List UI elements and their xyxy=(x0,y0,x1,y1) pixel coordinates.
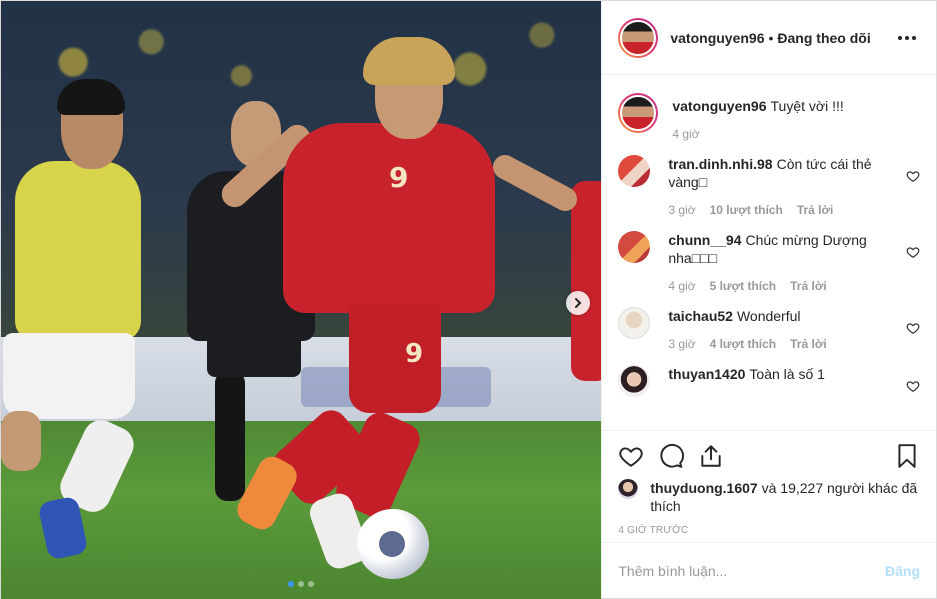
post-header: vatonguyen96 • Đang theo dõi xyxy=(602,1,936,75)
more-dot-icon xyxy=(912,35,916,40)
football xyxy=(357,509,429,579)
comment-like-heart-icon[interactable] xyxy=(906,169,920,183)
comment-like-heart-icon[interactable] xyxy=(906,379,920,393)
caption-time[interactable]: 4 giờ xyxy=(672,127,699,141)
liker-username[interactable]: thuyduong.1607 xyxy=(650,480,757,496)
commenter-avatar[interactable] xyxy=(618,365,651,397)
comment-likes-count[interactable]: 5 lượt thích xyxy=(710,279,777,293)
likes-text: thuyduong.1607 và 19,227 người khác đã t… xyxy=(650,479,920,515)
header-separator: • xyxy=(768,29,774,46)
author-avatar xyxy=(620,19,657,56)
share-icon[interactable] xyxy=(698,443,724,469)
comment-item: tran.dinh.nhi.98 Còn tức cái thẻ vàng□ 3 … xyxy=(618,155,920,217)
likes-summary: thuyduong.1607 và 19,227 người khác đã t… xyxy=(618,479,920,515)
red-player-shirt xyxy=(283,123,495,313)
caption-meta: 4 giờ xyxy=(672,127,890,141)
follow-status-button[interactable]: Đang theo dõi xyxy=(777,30,870,46)
comment-username[interactable]: taichau52 xyxy=(668,308,733,324)
comment-text-line: tran.dinh.nhi.98 Còn tức cái thẻ vàng□ xyxy=(668,155,890,191)
like-heart-icon[interactable] xyxy=(618,443,644,469)
caption-item: vatonguyen96 Tuyệt vời !!! 4 giờ xyxy=(618,93,920,141)
more-options-button[interactable] xyxy=(894,32,920,44)
comment-reply-button[interactable]: Trả lời xyxy=(790,337,827,351)
comment-text: Toàn là số 1 xyxy=(749,366,825,382)
comment-text: Wonderful xyxy=(736,308,801,324)
caption-username[interactable]: vatonguyen96 xyxy=(672,98,766,114)
action-bar xyxy=(618,441,920,471)
comment-body: tran.dinh.nhi.98 Còn tức cái thẻ vàng□ 3 … xyxy=(668,155,920,217)
comment-item: taichau52 Wonderful 3 giờ 4 lượt thích Tr… xyxy=(618,307,920,351)
comments-list[interactable]: vatonguyen96 Tuyệt vời !!! 4 giờ tran.din… xyxy=(602,75,936,430)
comment-body: chunn__94 Chúc mừng Dượng nha□□□ 4 giờ 5 … xyxy=(668,231,920,293)
comment-bubble-icon[interactable] xyxy=(658,443,685,469)
comment-text-line: chunn__94 Chúc mừng Dượng nha□□□ xyxy=(668,231,890,267)
yellow-player-hair xyxy=(57,79,125,115)
red-player-shorts xyxy=(349,303,441,413)
comment-time[interactable]: 3 giờ xyxy=(668,337,695,351)
yellow-player-shorts xyxy=(3,333,135,419)
bookmark-icon[interactable] xyxy=(894,443,920,469)
referee-leg xyxy=(215,371,245,501)
post-comment-button[interactable]: Đăng xyxy=(885,563,920,579)
comment-likes-count[interactable]: 10 lượt thích xyxy=(710,203,783,217)
more-dot-icon xyxy=(898,35,902,40)
comment-meta: 3 giờ 10 lượt thích Trả lời xyxy=(668,203,890,217)
more-dot-icon xyxy=(905,35,909,40)
add-comment-input[interactable] xyxy=(618,562,885,579)
comment-text-line: taichau52 Wonderful xyxy=(668,307,890,325)
post-timestamp[interactable]: 4 GIỜ TRƯỚC xyxy=(618,525,920,536)
post-photo[interactable]: 9 9 xyxy=(1,1,602,599)
post-side-panel: vatonguyen96 • Đang theo dõi vatonguyen9… xyxy=(601,1,936,598)
jersey-number-shorts: 9 xyxy=(405,339,424,369)
author-avatar-ring[interactable] xyxy=(618,17,659,58)
caption-body: vatonguyen96 Tuyệt vời !!! 4 giờ xyxy=(672,93,920,141)
author-username[interactable]: vatonguyen96 xyxy=(670,30,764,46)
yellow-player-shirt xyxy=(15,161,141,341)
caption-author-avatar[interactable] xyxy=(618,93,659,133)
add-comment-section: Đăng xyxy=(602,542,936,598)
carousel-dot-2 xyxy=(298,581,304,587)
comment-likes-count[interactable]: 4 lượt thích xyxy=(710,337,777,351)
background-player-red xyxy=(571,181,602,381)
carousel-indicator xyxy=(288,581,314,587)
instagram-post-modal: 9 9 vatonguyen96 • Đang theo dõi vatongu… xyxy=(0,0,937,599)
comment-body: thuyan1420 Toàn là số 1 xyxy=(668,365,920,397)
comment-item: thuyan1420 Toàn là số 1 xyxy=(618,365,920,397)
red-player-hair xyxy=(363,37,455,85)
jersey-number-chest: 9 xyxy=(389,161,409,194)
post-actions-section: thuyduong.1607 và 19,227 người khác đã t… xyxy=(602,430,936,542)
commenter-avatar[interactable] xyxy=(618,307,651,339)
comment-meta: 4 giờ 5 lượt thích Trả lời xyxy=(668,279,890,293)
comment-username[interactable]: tran.dinh.nhi.98 xyxy=(668,156,772,172)
carousel-dot-1 xyxy=(288,581,294,587)
liker-avatar[interactable] xyxy=(618,479,639,499)
chevron-right-icon xyxy=(575,298,582,308)
commenter-avatar[interactable] xyxy=(618,231,651,263)
comment-text-line: thuyan1420 Toàn là số 1 xyxy=(668,365,890,383)
comment-item: chunn__94 Chúc mừng Dượng nha□□□ 4 giờ 5 … xyxy=(618,231,920,293)
comment-time[interactable]: 3 giờ xyxy=(668,203,695,217)
comment-time[interactable]: 4 giờ xyxy=(668,279,695,293)
comment-meta: 3 giờ 4 lượt thích Trả lời xyxy=(668,337,890,351)
yellow-player-leg xyxy=(1,411,41,471)
carousel-next-button[interactable] xyxy=(566,291,590,315)
caption-text: Tuyệt vời !!! xyxy=(770,98,844,114)
comment-username[interactable]: chunn__94 xyxy=(668,232,741,248)
comment-like-heart-icon[interactable] xyxy=(906,321,920,335)
commenter-avatar[interactable] xyxy=(618,155,651,187)
carousel-dot-3 xyxy=(308,581,314,587)
comment-reply-button[interactable]: Trả lời xyxy=(790,279,827,293)
comment-username[interactable]: thuyan1420 xyxy=(668,366,745,382)
caption-text-line: vatonguyen96 Tuyệt vời !!! xyxy=(672,97,890,115)
referee-shorts xyxy=(207,301,301,377)
comment-like-heart-icon[interactable] xyxy=(906,245,920,259)
comment-reply-button[interactable]: Trả lời xyxy=(797,203,834,217)
comment-body: taichau52 Wonderful 3 giờ 4 lượt thích Tr… xyxy=(668,307,920,351)
